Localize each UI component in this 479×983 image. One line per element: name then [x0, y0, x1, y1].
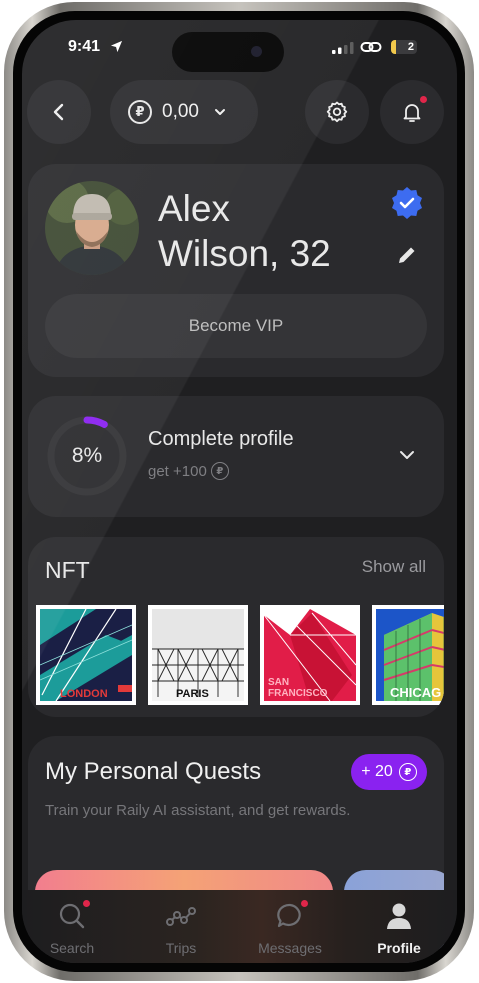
bell-icon	[403, 104, 421, 122]
dynamic-island	[172, 32, 284, 72]
tab-badge	[301, 900, 308, 907]
nft-label: PARIS	[176, 688, 209, 700]
quests-description: Train your Raily AI assistant, and get r…	[45, 802, 351, 819]
back-button[interactable]	[27, 80, 91, 144]
avatar[interactable]	[45, 181, 139, 275]
ruble-coin-icon: ₽	[128, 100, 152, 124]
reward-value: + 20	[361, 763, 393, 780]
tab-label: Trips	[165, 940, 197, 956]
nft-item-chicago[interactable]: CHICAG	[372, 605, 444, 705]
signal-icon	[332, 42, 354, 54]
battery-fill	[391, 40, 397, 54]
complete-profile-card[interactable]: 8% Complete profile get +100 ₽	[28, 396, 444, 517]
ruble-coin-icon: ₽	[398, 763, 417, 781]
phone-screen: 9:41 2 ₽ 0,00 Alex Wilson, 32 Become VIP…	[22, 20, 457, 963]
nft-title: NFT	[45, 557, 90, 583]
complete-profile-title: Complete profile	[148, 428, 294, 450]
verified-badge-icon	[392, 187, 422, 219]
tab-label: Profile	[377, 940, 421, 956]
show-all-link[interactable]: Show all	[362, 557, 426, 577]
become-vip-button[interactable]: Become VIP	[45, 294, 427, 358]
profile-card: Alex Wilson, 32 Become VIP	[28, 164, 444, 377]
location-arrow-icon	[110, 40, 123, 53]
balance-selector[interactable]: ₽ 0,00	[110, 80, 258, 144]
route-icon	[166, 907, 196, 926]
user-name-line1: Alex	[158, 188, 230, 229]
notification-badge	[420, 96, 427, 103]
user-name-line2: Wilson, 32	[158, 233, 331, 274]
nft-label-line1: SAN	[268, 677, 289, 688]
ruble-coin-icon: ₽	[210, 462, 229, 480]
notifications-button[interactable]	[380, 80, 444, 144]
tab-trips[interactable]: Trips	[131, 890, 231, 963]
hotspot-link-icon	[360, 42, 382, 52]
nft-label: LONDON	[60, 688, 108, 700]
tab-badge	[83, 900, 90, 907]
tab-search[interactable]: Search	[22, 890, 122, 963]
quests-reward-badge: + 20 ₽	[351, 754, 427, 790]
tab-label: Search	[49, 940, 95, 956]
gear-icon	[326, 101, 348, 123]
progress-percent: 8%	[71, 444, 103, 467]
tab-messages[interactable]: Messages	[240, 890, 340, 963]
pencil-icon[interactable]	[396, 244, 418, 266]
settings-button[interactable]	[305, 80, 369, 144]
nft-item-paris[interactable]: PARIS	[148, 605, 248, 705]
nft-label-line2: FRANCISCO	[268, 688, 328, 699]
camera-icon	[251, 46, 262, 57]
user-icon	[387, 903, 411, 929]
nft-item-london[interactable]: LONDON	[36, 605, 136, 705]
quests-title: My Personal Quests	[45, 758, 262, 785]
chevron-down-icon	[214, 109, 225, 115]
tab-label: Messages	[258, 940, 322, 956]
balance-value: 0,00	[162, 101, 199, 122]
chevron-left-icon	[53, 103, 64, 121]
status-time: 9:41	[68, 38, 101, 55]
battery-indicator: 2	[391, 40, 417, 54]
chevron-down-icon[interactable]	[398, 446, 416, 464]
nft-item-san-francisco[interactable]: SAN FRANCISCO	[260, 605, 360, 705]
user-name: Alex Wilson, 32	[158, 186, 398, 276]
battery-level: 2	[407, 41, 414, 53]
tab-profile[interactable]: Profile	[349, 890, 449, 963]
reward-text: get +100	[148, 462, 207, 480]
complete-profile-reward: get +100 ₽	[148, 462, 229, 480]
nft-label: CHICAG	[390, 685, 441, 700]
nft-card: NFT Show all LONDON PARIS SAN FRANCISCO …	[28, 537, 444, 717]
tab-bar: Search Trips Messages Profile	[22, 890, 457, 963]
